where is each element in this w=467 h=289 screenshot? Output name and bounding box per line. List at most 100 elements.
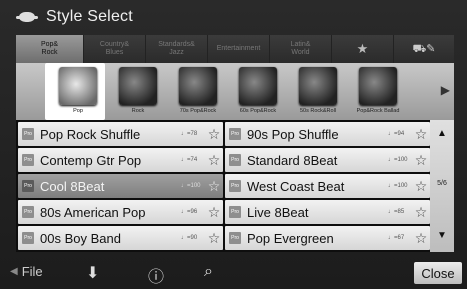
thumb-rock[interactable]: Rock bbox=[105, 63, 165, 120]
style-item-90s-pop-shuffle[interactable]: Pro 90s Pop Shuffle ♩=94 ☆ bbox=[225, 122, 430, 146]
style-tempo: ♩=67 bbox=[388, 235, 405, 241]
favorite-star-icon[interactable]: ☆ bbox=[205, 178, 223, 195]
category-tabs: Pop& Rock Country& Blues Standards& Jazz En… bbox=[16, 35, 454, 63]
subcategory-thumbnails: Pop Rock 70s Pop&Rock 60s Pop&Rock 50s R… bbox=[16, 63, 454, 120]
favorite-star-icon[interactable]: ☆ bbox=[205, 126, 223, 143]
thumb-pop[interactable]: Pop bbox=[45, 63, 105, 120]
style-list: Pro Pop Rock Shuffle ♩=78 ☆ Pro Contemp … bbox=[16, 120, 430, 252]
favorite-star-icon[interactable]: ☆ bbox=[412, 204, 430, 221]
tab-pop-rock[interactable]: Pop& Rock bbox=[16, 35, 84, 63]
thumb-label: Rock bbox=[131, 108, 145, 114]
60s-thumbnail-icon bbox=[239, 67, 277, 105]
favorite-star-icon[interactable]: ☆ bbox=[205, 204, 223, 221]
thumb-label: 70s Pop&Rock bbox=[179, 108, 217, 114]
tab-label: Entertainment bbox=[216, 45, 261, 52]
page-scroller: ▲ 5/6 ▼ bbox=[430, 120, 454, 252]
scroll-down-icon[interactable]: ▼ bbox=[430, 230, 454, 241]
pro-badge: Pro bbox=[229, 180, 241, 192]
style-tempo: ♩=74 bbox=[181, 157, 198, 163]
next-arrow-icon[interactable]: ▶ bbox=[441, 83, 450, 97]
style-name: Contemp Gtr Pop bbox=[40, 152, 142, 168]
style-tempo: ♩=90 bbox=[181, 235, 198, 241]
tab-entertainment[interactable]: Entertainment bbox=[208, 35, 270, 63]
style-item-standard-8beat[interactable]: Pro Standard 8Beat ♩=100 ☆ bbox=[225, 148, 430, 172]
tab-user[interactable]: ⛟✎ bbox=[394, 35, 454, 63]
search-icon[interactable]: ⌕ bbox=[204, 263, 213, 281]
pro-badge: Pro bbox=[229, 232, 241, 244]
style-name: Cool 8Beat bbox=[40, 178, 105, 194]
favorite-star-icon[interactable]: ☆ bbox=[412, 178, 430, 195]
thumb-50s-rock-roll[interactable]: 50s Rock&Roll bbox=[285, 63, 345, 120]
rock-thumbnail-icon bbox=[119, 67, 157, 105]
thumb-label: 60s Pop&Rock bbox=[239, 108, 277, 114]
style-name: West Coast Beat bbox=[247, 178, 345, 194]
tab-label: Latin& World bbox=[290, 41, 311, 56]
file-button[interactable]: ◀ File bbox=[10, 264, 43, 279]
style-select-screen: Style Select Pop& Rock Country& Blues Stan… bbox=[0, 0, 467, 289]
70s-thumbnail-icon bbox=[179, 67, 217, 105]
pro-badge: Pro bbox=[22, 206, 34, 218]
back-arrow-icon: ◀ bbox=[10, 266, 18, 277]
style-name: Pop Rock Shuffle bbox=[40, 126, 141, 142]
style-item-contemp-gtr-pop[interactable]: Pro Contemp Gtr Pop ♩=74 ☆ bbox=[18, 148, 223, 172]
style-item-pop-evergreen[interactable]: Pro Pop Evergreen ♩=67 ☆ bbox=[225, 226, 430, 250]
style-tempo: ♩=100 bbox=[181, 183, 201, 189]
favorite-star-icon[interactable]: ☆ bbox=[412, 126, 430, 143]
style-tempo: ♩=96 bbox=[181, 209, 198, 215]
tab-label: Pop& Rock bbox=[40, 41, 59, 56]
style-tempo: ♩=85 bbox=[388, 209, 405, 215]
pro-badge: Pro bbox=[229, 206, 241, 218]
style-item-pop-rock-shuffle[interactable]: Pro Pop Rock Shuffle ♩=78 ☆ bbox=[18, 122, 223, 146]
style-item-00s-boy-band[interactable]: Pro 00s Boy Band ♩=90 ☆ bbox=[18, 226, 223, 250]
style-name: Standard 8Beat bbox=[247, 152, 338, 168]
scroll-up-icon[interactable]: ▲ bbox=[430, 128, 454, 139]
thumb-70s-pop-rock[interactable]: 70s Pop&Rock bbox=[165, 63, 225, 120]
style-tempo: ♩=78 bbox=[181, 131, 198, 137]
file-label: File bbox=[21, 264, 43, 279]
pro-badge: Pro bbox=[229, 128, 241, 140]
thumb-label: Pop&Rock Ballad bbox=[356, 108, 400, 114]
thumb-60s-pop-rock[interactable]: 60s Pop&Rock bbox=[225, 63, 285, 120]
thumb-pop-rock-ballad[interactable]: Pop&Rock Ballad bbox=[345, 63, 405, 120]
favorite-star-icon[interactable]: ☆ bbox=[412, 152, 430, 169]
style-item-cool-8beat[interactable]: Pro Cool 8Beat ♩=100 ☆ bbox=[18, 174, 223, 198]
tab-label: Standards& Jazz bbox=[158, 41, 195, 56]
pop-thumbnail-icon bbox=[59, 67, 97, 105]
user-edit-icon: ⛟✎ bbox=[412, 43, 436, 55]
style-item-west-coast-beat[interactable]: Pro West Coast Beat ♩=100 ☆ bbox=[225, 174, 430, 198]
tab-latin-world[interactable]: Latin& World bbox=[270, 35, 332, 63]
drum-icon bbox=[16, 9, 38, 25]
favorite-star-icon[interactable]: ☆ bbox=[412, 230, 430, 247]
style-name: Live 8Beat bbox=[247, 204, 309, 220]
style-tempo: ♩=94 bbox=[388, 131, 405, 137]
save-icon[interactable]: ⬇ bbox=[86, 263, 99, 283]
star-icon: ★ bbox=[356, 41, 369, 56]
bottom-bar: ◀ File ⬇ ⓘ ⌕ Close bbox=[0, 256, 467, 289]
pro-badge: Pro bbox=[22, 128, 34, 140]
favorite-star-icon[interactable]: ☆ bbox=[205, 152, 223, 169]
pro-badge: Pro bbox=[229, 154, 241, 166]
style-name: Pop Evergreen bbox=[247, 230, 334, 246]
tab-standards-jazz[interactable]: Standards& Jazz bbox=[146, 35, 208, 63]
screen-title: Style Select bbox=[46, 8, 133, 25]
style-name: 90s Pop Shuffle bbox=[247, 126, 339, 142]
page-indicator: 5/6 bbox=[437, 180, 447, 187]
style-name: 00s Boy Band bbox=[40, 230, 121, 246]
info-icon[interactable]: ⓘ bbox=[148, 263, 164, 287]
favorite-star-icon[interactable]: ☆ bbox=[205, 230, 223, 247]
tab-country-blues[interactable]: Country& Blues bbox=[84, 35, 146, 63]
thumb-label: Pop bbox=[73, 108, 83, 114]
50s-thumbnail-icon bbox=[299, 67, 337, 105]
thumb-label: 50s Rock&Roll bbox=[299, 108, 337, 114]
title-bar: Style Select bbox=[0, 0, 467, 34]
tab-favorites[interactable]: ★ bbox=[332, 35, 394, 63]
style-name: 80s American Pop bbox=[40, 204, 146, 220]
close-button[interactable]: Close bbox=[414, 262, 462, 284]
pro-badge: Pro bbox=[22, 180, 34, 192]
style-tempo: ♩=100 bbox=[388, 183, 408, 189]
pro-badge: Pro bbox=[22, 154, 34, 166]
style-item-live-8beat[interactable]: Pro Live 8Beat ♩=85 ☆ bbox=[225, 200, 430, 224]
pro-badge: Pro bbox=[22, 232, 34, 244]
style-item-80s-american-pop[interactable]: Pro 80s American Pop ♩=96 ☆ bbox=[18, 200, 223, 224]
tab-label: Country& Blues bbox=[99, 41, 130, 56]
